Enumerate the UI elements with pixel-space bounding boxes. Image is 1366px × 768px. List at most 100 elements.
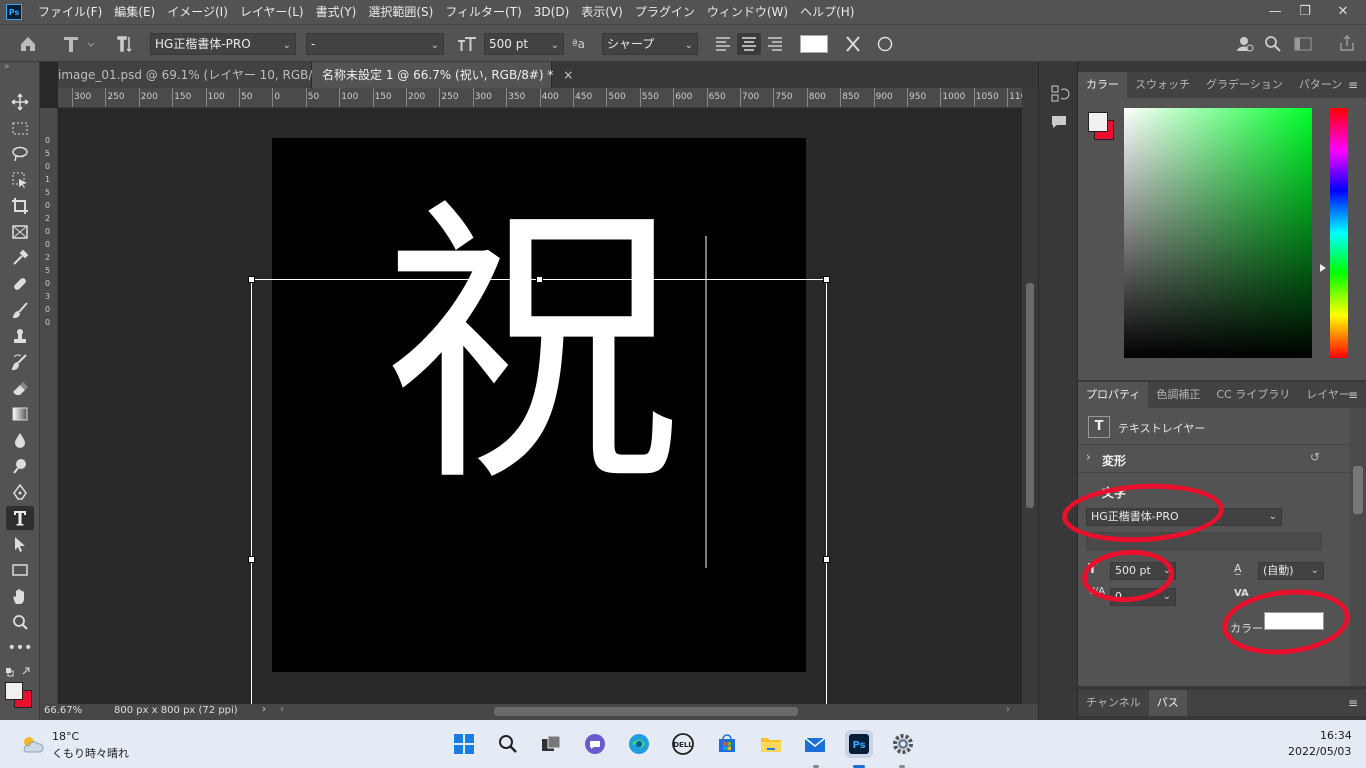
close-window-button[interactable]: ✕: [1320, 0, 1366, 22]
zoom-level[interactable]: 66.67%: [44, 705, 82, 716]
align-right-icon[interactable]: [764, 33, 786, 55]
share-user-icon[interactable]: [1234, 33, 1256, 55]
tab-adjustments[interactable]: 色調補正: [1148, 382, 1208, 408]
text-color-swatch[interactable]: [800, 35, 828, 53]
foreground-color-swatch[interactable]: [5, 682, 23, 700]
tab-cc-libraries[interactable]: CC ライブラリ: [1208, 382, 1298, 408]
menu-file[interactable]: ファイル(F): [32, 0, 108, 24]
align-center-icon[interactable]: [737, 33, 761, 55]
edge-browser-icon[interactable]: [625, 730, 653, 758]
commit-edit-icon[interactable]: [874, 33, 896, 55]
scrollbar-thumb[interactable]: [1026, 283, 1034, 508]
menu-plugins[interactable]: プラグイン: [629, 0, 701, 24]
file-explorer-icon[interactable]: [757, 730, 785, 758]
tab-untitled-1[interactable]: 名称未設定 1 @ 66.7% (祝い, RGB/8#) * ×: [312, 62, 573, 88]
more-tools-icon[interactable]: •••: [6, 636, 34, 660]
clock-time[interactable]: 16:34: [1320, 729, 1352, 742]
tab-properties[interactable]: プロパティ: [1078, 382, 1149, 408]
home-icon[interactable]: [16, 33, 40, 55]
tab-gradients[interactable]: グラデーション: [1198, 72, 1291, 98]
menu-image[interactable]: イメージ(I): [161, 0, 234, 24]
cancel-edit-icon[interactable]: [842, 33, 864, 55]
eyedropper-tool-icon[interactable]: [6, 246, 34, 270]
microsoft-store-icon[interactable]: [713, 730, 741, 758]
antialias-select[interactable]: シャープ ⌄: [602, 33, 698, 55]
collapse-arrows-icon[interactable]: »: [4, 62, 36, 72]
clone-stamp-tool-icon[interactable]: [6, 324, 34, 348]
panel-menu-icon[interactable]: ≡: [1348, 388, 1358, 402]
eraser-tool-icon[interactable]: [6, 376, 34, 400]
restore-button[interactable]: ❐: [1290, 0, 1320, 22]
menu-view[interactable]: 表示(V): [575, 0, 629, 24]
temperature[interactable]: 18°C: [52, 730, 79, 743]
settings-gear-icon[interactable]: [889, 730, 917, 758]
menu-help[interactable]: ヘルプ(H): [794, 0, 860, 24]
task-view-icon[interactable]: [537, 730, 565, 758]
font-size-select[interactable]: 500 pt ⌄: [484, 33, 564, 55]
type-tool-preset-picker[interactable]: [58, 33, 98, 55]
type-tool-icon[interactable]: [6, 506, 34, 530]
scroll-left-icon[interactable]: ‹: [280, 704, 284, 715]
transform-section-header[interactable]: 変形: [1102, 452, 1126, 469]
tab-image-01[interactable]: image_01.psd @ 69.1% (レイヤー 10, RGB/8#) *…: [58, 62, 365, 88]
canvas-area[interactable]: 祝: [58, 108, 1022, 704]
share-icon[interactable]: [1336, 33, 1358, 55]
scrollbar-thumb[interactable]: [1353, 466, 1363, 514]
zoom-tool-icon[interactable]: [6, 610, 34, 634]
toggle-text-orientation-icon[interactable]: [114, 33, 138, 55]
font-style-select[interactable]: - ⌄: [306, 33, 444, 55]
panel-foreground-swatch[interactable]: [1088, 112, 1108, 132]
dodge-tool-icon[interactable]: [6, 454, 34, 478]
object-selection-tool-icon[interactable]: [6, 168, 34, 192]
weather-condition[interactable]: くもり時々晴れ: [52, 745, 129, 761]
hue-slider[interactable]: [1330, 108, 1348, 358]
font-family-select[interactable]: HG正楷書体-PRO ⌄: [150, 33, 296, 55]
marquee-tool-icon[interactable]: [6, 116, 34, 140]
teams-chat-icon[interactable]: [581, 730, 609, 758]
tab-paths[interactable]: パス: [1148, 690, 1187, 716]
menu-type[interactable]: 書式(Y): [310, 0, 363, 24]
healing-brush-tool-icon[interactable]: [6, 272, 34, 296]
gradient-tool-icon[interactable]: [6, 402, 34, 426]
transform-handle[interactable]: [823, 276, 830, 283]
hue-slider-pointer[interactable]: [1320, 264, 1326, 272]
start-button[interactable]: [450, 730, 478, 758]
crop-tool-icon[interactable]: [6, 194, 34, 218]
horizontal-scrollbar-thumb[interactable]: [494, 707, 798, 716]
lasso-tool-icon[interactable]: [6, 142, 34, 166]
close-tab-icon[interactable]: ×: [563, 68, 573, 82]
frame-tool-icon[interactable]: [6, 220, 34, 244]
path-selection-tool-icon[interactable]: [6, 532, 34, 556]
swap-colors-icon[interactable]: [5, 666, 33, 678]
transform-handle[interactable]: [823, 556, 830, 563]
workspace-icon[interactable]: [1292, 33, 1314, 55]
move-tool-icon[interactable]: [6, 90, 34, 114]
brush-tool-icon[interactable]: [6, 298, 34, 322]
dell-icon[interactable]: DELL: [669, 730, 697, 758]
align-left-icon[interactable]: [712, 33, 734, 55]
panel-menu-icon[interactable]: ≡: [1348, 78, 1358, 92]
photoshop-taskbar-icon[interactable]: Ps: [845, 730, 873, 758]
chevron-right-icon[interactable]: ›: [1086, 450, 1091, 464]
menu-window[interactable]: ウィンドウ(W): [701, 0, 794, 24]
reset-icon[interactable]: ↺: [1310, 450, 1320, 464]
chevron-right-icon[interactable]: ›: [262, 704, 266, 715]
weather-icon[interactable]: [20, 734, 44, 754]
menu-layer[interactable]: レイヤー(L): [234, 0, 310, 24]
tab-swatches[interactable]: スウォッチ: [1127, 72, 1198, 98]
clock-date[interactable]: 2022/05/03: [1288, 745, 1351, 758]
comments-panel-icon[interactable]: [1047, 110, 1071, 134]
panel-menu-icon[interactable]: ≡: [1348, 696, 1358, 710]
color-field[interactable]: [1124, 108, 1312, 358]
history-brush-tool-icon[interactable]: [6, 350, 34, 374]
canvas-vertical-scrollbar[interactable]: [1022, 88, 1038, 704]
tab-color[interactable]: カラー: [1078, 72, 1127, 98]
pen-tool-icon[interactable]: [6, 480, 34, 504]
mail-icon[interactable]: [801, 730, 829, 758]
tab-patterns[interactable]: パターン: [1291, 72, 1350, 98]
history-panel-icon[interactable]: [1047, 82, 1071, 106]
menu-select[interactable]: 選択範囲(S): [362, 0, 439, 24]
transform-handle[interactable]: [248, 276, 255, 283]
properties-scrollbar[interactable]: [1350, 408, 1366, 686]
transform-handle[interactable]: [248, 556, 255, 563]
